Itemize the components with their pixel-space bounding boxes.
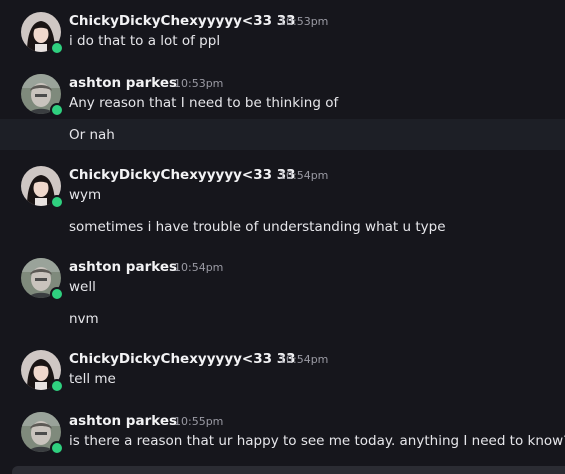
message-text: Any reason that I need to be thinking of bbox=[69, 95, 339, 111]
online-status-icon bbox=[50, 441, 64, 455]
message-text: i do that to a lot of ppl bbox=[69, 33, 221, 49]
username[interactable]: ashton parkes bbox=[69, 259, 177, 275]
message-text: Or nah bbox=[69, 127, 115, 143]
message-text: well bbox=[69, 279, 96, 295]
timestamp: 10:53pm bbox=[279, 15, 329, 28]
username[interactable]: ashton parkes bbox=[69, 75, 177, 91]
message-text: wym bbox=[69, 187, 102, 203]
message-composer[interactable] bbox=[12, 466, 565, 474]
username[interactable]: ashton parkes bbox=[69, 413, 177, 429]
timestamp: 10:54pm bbox=[279, 169, 329, 182]
message-text: tell me bbox=[69, 371, 116, 387]
online-status-icon bbox=[50, 379, 64, 393]
timestamp: 10:54pm bbox=[279, 353, 329, 366]
timestamp: 10:53pm bbox=[174, 77, 224, 90]
timestamp: 10:55pm bbox=[174, 415, 224, 428]
online-status-icon bbox=[50, 195, 64, 209]
message-text: nvm bbox=[69, 311, 99, 327]
online-status-icon bbox=[50, 103, 64, 117]
chat-message-list: ChickyDickyChexyyyyy<33 33 10:53pm i do … bbox=[0, 0, 565, 474]
message-text: is there a reason that ur happy to see m… bbox=[69, 433, 565, 449]
username[interactable]: ChickyDickyChexyyyyy<33 33 bbox=[69, 13, 296, 29]
username[interactable]: ChickyDickyChexyyyyy<33 33 bbox=[69, 167, 296, 183]
timestamp: 10:54pm bbox=[174, 261, 224, 274]
online-status-icon bbox=[50, 41, 64, 55]
username[interactable]: ChickyDickyChexyyyyy<33 33 bbox=[69, 351, 296, 367]
message-text: sometimes i have trouble of understandin… bbox=[69, 219, 446, 235]
online-status-icon bbox=[50, 287, 64, 301]
